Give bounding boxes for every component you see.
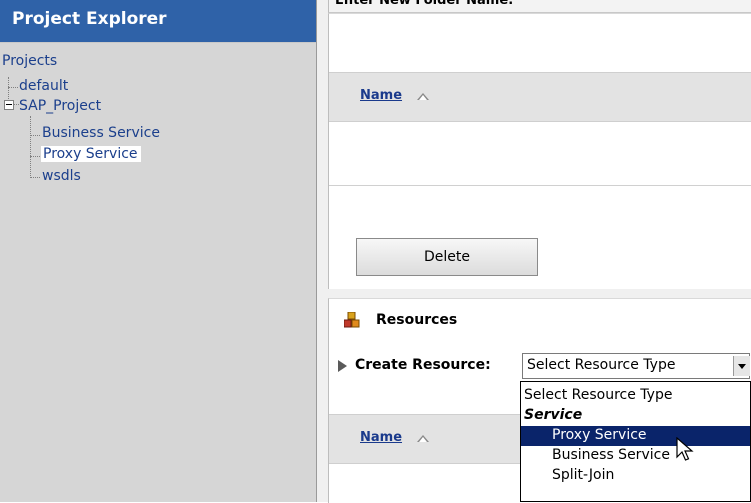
tree-line bbox=[30, 156, 40, 157]
tree-item-business-service[interactable]: Business Service bbox=[42, 125, 160, 141]
resources-title: Resources bbox=[376, 312, 458, 328]
tree-item-proxy-service[interactable]: Proxy Service bbox=[41, 146, 141, 162]
folders-name-column-link[interactable]: Name bbox=[360, 88, 402, 103]
tree-item-default[interactable]: default bbox=[19, 78, 68, 94]
tree-item-wsdls[interactable]: wsdls bbox=[42, 168, 81, 184]
option-split-join[interactable]: Split-Join bbox=[521, 466, 750, 486]
project-explorer-title: Project Explorer bbox=[12, 9, 167, 29]
option-group-service: Service bbox=[524, 407, 583, 423]
resource-type-select[interactable]: Select Resource Type bbox=[522, 353, 750, 379]
sort-ascending-icon[interactable] bbox=[417, 435, 429, 442]
row-divider bbox=[329, 185, 751, 186]
tree-line bbox=[30, 116, 31, 178]
tree-line bbox=[8, 87, 18, 88]
folders-section: Name Delete bbox=[328, 13, 751, 289]
tree-line bbox=[30, 135, 40, 136]
folder-name-row: Enter New Folder Name: bbox=[328, 0, 751, 13]
delete-button[interactable]: Delete bbox=[356, 238, 538, 276]
project-explorer-panel: Project Explorer Projects default SAP_Pr… bbox=[0, 0, 317, 502]
option-select-resource-type[interactable]: Select Resource Type bbox=[521, 386, 750, 406]
option-proxy-service[interactable]: Proxy Service bbox=[521, 426, 750, 446]
tree-line bbox=[30, 177, 40, 178]
resources-name-column-link[interactable]: Name bbox=[360, 430, 402, 445]
resource-type-dropdown-list[interactable]: Select Resource Type Service Proxy Servi… bbox=[520, 381, 751, 502]
collapse-toggle-icon[interactable] bbox=[4, 100, 14, 110]
option-business-service[interactable]: Business Service bbox=[521, 446, 750, 466]
project-explorer-header: Project Explorer bbox=[0, 0, 316, 43]
tree-item-sap-project[interactable]: SAP_Project bbox=[19, 98, 101, 114]
folders-table-header: Name bbox=[329, 72, 751, 122]
tree-item-projects[interactable]: Projects bbox=[2, 53, 57, 69]
sort-ascending-icon[interactable] bbox=[417, 93, 429, 100]
chevron-down-icon[interactable] bbox=[733, 356, 750, 376]
create-resource-label: Create Resource: bbox=[355, 357, 491, 373]
enter-folder-label: Enter New Folder Name: bbox=[335, 0, 514, 8]
resource-type-selected-value: Select Resource Type bbox=[527, 357, 676, 373]
resources-icon bbox=[344, 312, 360, 328]
mouse-cursor-icon bbox=[676, 437, 694, 461]
expand-arrow-icon[interactable] bbox=[338, 360, 347, 372]
